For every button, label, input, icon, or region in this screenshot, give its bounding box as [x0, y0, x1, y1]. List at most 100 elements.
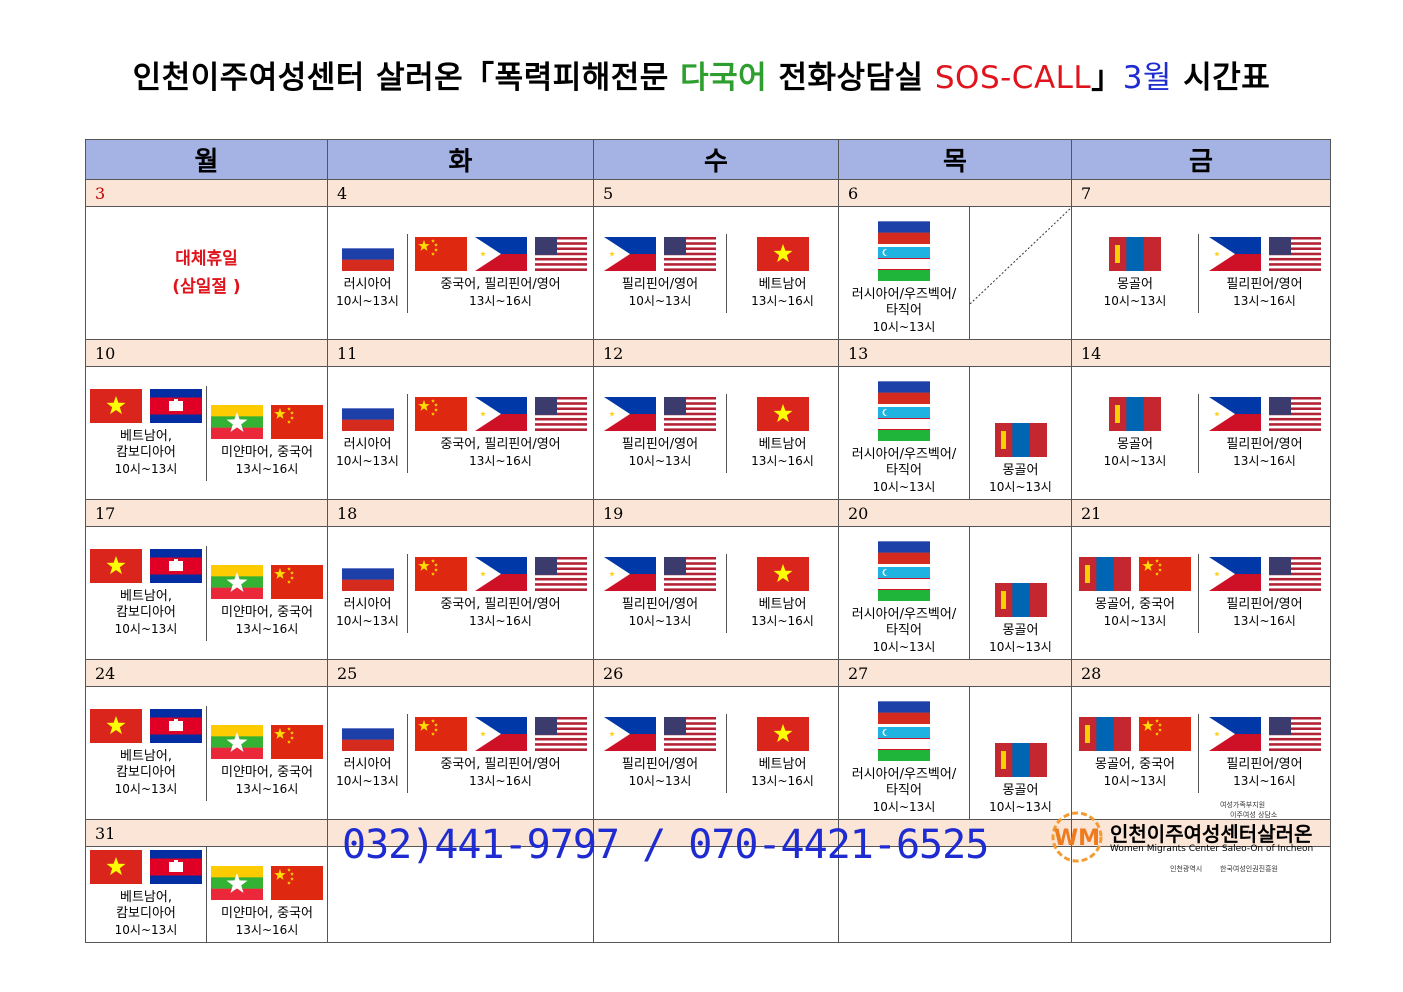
myanmar-flag-icon — [211, 724, 263, 759]
day-cell: 러시아어 10시~13시 중국어, 필리핀어/영어 13시~16시 — [327, 206, 594, 340]
slot-time: 13시~16시 — [751, 773, 814, 788]
slot-time: 10시~13시 — [336, 613, 399, 628]
china-flag-icon — [271, 866, 323, 900]
slot-language: 베트남어 — [758, 756, 807, 772]
flag-group — [1109, 236, 1161, 271]
slot-time: 13시~16시 — [469, 773, 532, 788]
slot-time: 10시~13시 — [1103, 613, 1167, 628]
flag-group — [341, 236, 394, 271]
flag-group — [756, 716, 809, 751]
slot-language: 타직어 — [886, 463, 922, 478]
weekday-thu: 목 — [838, 139, 1072, 180]
philippines-flag-icon — [1208, 396, 1261, 431]
time-slot: 러시아어 10시~13시 — [328, 554, 407, 633]
slot-language: 중국어, 필리핀어/영어 — [440, 596, 561, 612]
date-label: 28 — [1071, 659, 1331, 687]
slot-language: 몽골어 — [1117, 276, 1153, 292]
china-flag-icon — [1139, 556, 1191, 591]
slot-language: 러시아어 — [343, 756, 392, 772]
china-flag-icon — [414, 236, 467, 271]
china-flag-icon — [271, 724, 323, 759]
time-slot: 몽골어 10시~13시 — [1072, 234, 1198, 313]
flag-group — [414, 236, 587, 271]
flag-group — [341, 396, 394, 431]
slot-time: 10시~13시 — [114, 461, 178, 476]
slot-time: 13시~16시 — [751, 613, 814, 628]
logo-english: Women Migrants Center Saleo-On of Incheo… — [1110, 844, 1314, 854]
flag-group — [90, 850, 202, 884]
slot-time: 10시~13시 — [989, 800, 1052, 814]
russia-flag-icon — [878, 690, 930, 724]
day-cell: 필리핀어/영어 10시~13시 베트남어 13시~16시 — [593, 366, 839, 500]
slot-language: 미얀마어, 중국어 — [221, 604, 313, 620]
philippines-flag-icon — [474, 556, 527, 591]
time-slot: 필리핀어/영어 10시~13시 — [594, 234, 726, 313]
day-cell: 러시아어/우즈벡어/타직어 10시~13시 몽골어 10시~13시 — [838, 366, 1072, 500]
flag-group — [994, 423, 1047, 457]
slot-language: 필리핀어/영어 — [621, 276, 699, 292]
slot-time: 10시~13시 — [872, 640, 936, 654]
slot-time: 10시~13시 — [628, 773, 692, 788]
date-label: 4 — [327, 179, 594, 207]
flag-group — [211, 404, 323, 439]
date-label: 19 — [593, 499, 839, 527]
time-slot: 러시아어 10시~13시 — [328, 714, 407, 793]
usa-flag-icon — [534, 716, 587, 751]
date-row: 10 11 12 13 14 — [85, 339, 1331, 367]
time-slot: 몽골어 10시~13시 — [1072, 394, 1198, 473]
time-slot: 필리핀어/영어 10시~13시 — [594, 714, 726, 793]
time-slot: 필리핀어/영어 13시~16시 — [1198, 233, 1330, 313]
weekday-fri: 금 — [1071, 139, 1331, 180]
date-label: 17 — [85, 499, 328, 527]
flag-group — [414, 396, 587, 431]
flag-group — [878, 690, 930, 761]
slot-language: 몽골어 — [1002, 463, 1039, 478]
slot-time: 10시~13시 — [114, 923, 178, 937]
slot-time: 13시~16시 — [235, 621, 299, 636]
slot-time: 10시~13시 — [114, 781, 178, 796]
slot-time: 10시~13시 — [989, 640, 1052, 654]
date-label: 14 — [1071, 339, 1331, 367]
russia-flag-icon — [341, 396, 394, 431]
time-slot: 베트남어, 캄보디아어 10시~13시 — [86, 546, 206, 641]
slot-language: 몽골어, 중국어 — [1094, 596, 1176, 612]
usa-flag-icon — [1268, 396, 1321, 431]
diagonal-strike — [970, 207, 1072, 304]
day-cell: 베트남어, 캄보디아어 10시~13시 미얀마어, 중국어 13시~16시 — [85, 686, 328, 820]
center-logo: 여성가족부지원 이주여성 상담소 WM 인천이주여성센터살러온 Women Mi… — [1050, 800, 1313, 880]
date-row: 17 18 19 20 21 — [85, 499, 1331, 527]
flag-group — [90, 548, 202, 583]
time-slot: 몽골어, 중국어 10시~13시 — [1072, 714, 1198, 793]
time-slot: 몽골어 10시~13시 — [969, 367, 1071, 499]
flag-group — [211, 724, 323, 759]
flag-group — [756, 556, 809, 591]
day-cell: 몽골어 10시~13시 필리핀어/영어 13시~16시 — [1071, 206, 1331, 340]
vietnam-flag-icon — [90, 548, 142, 583]
day-cell: 러시아어/우즈벡어/타직어 10시~13시 몽골어 10시~13시 — [838, 686, 1072, 820]
date-label: 3 — [85, 179, 328, 207]
time-slot: 러시아어/우즈벡어/타직어 10시~13시 — [839, 527, 969, 659]
time-slot: 러시아어 10시~13시 — [328, 234, 407, 313]
slot-language: 중국어, 필리핀어/영어 — [440, 436, 561, 452]
weekday-tue: 화 — [327, 139, 594, 180]
philippines-flag-icon — [474, 236, 527, 271]
time-slot: 러시아어 10시~13시 — [328, 394, 407, 473]
slot-time: 13시~16시 — [1233, 773, 1296, 788]
date-row: 24 25 26 27 28 — [85, 659, 1331, 687]
uzbekistan-flag-icon — [878, 407, 930, 441]
slot-language: 필리핀어/영어 — [1226, 436, 1303, 452]
russia-flag-icon — [341, 556, 394, 591]
slot-language: 필리핀어/영어 — [1226, 756, 1303, 772]
mongolia-flag-icon — [1079, 716, 1131, 751]
china-flag-icon — [1139, 716, 1191, 751]
flag-group — [414, 556, 587, 591]
slot-language: 러시아어/우즈벡어/ — [851, 447, 957, 462]
slot-time: 13시~16시 — [1233, 453, 1296, 468]
slot-time: 10시~13시 — [872, 480, 936, 494]
time-slot: 러시아어/우즈벡어/타직어 10시~13시 — [839, 367, 969, 499]
time-slot: 베트남어, 캄보디아어 10시~13시 — [86, 847, 206, 942]
time-slot: 필리핀어/영어 13시~16시 — [1198, 553, 1330, 633]
slot-language: 캄보디아어 — [116, 604, 176, 620]
slot-time: 10시~13시 — [336, 293, 399, 308]
china-flag-icon — [271, 564, 323, 599]
